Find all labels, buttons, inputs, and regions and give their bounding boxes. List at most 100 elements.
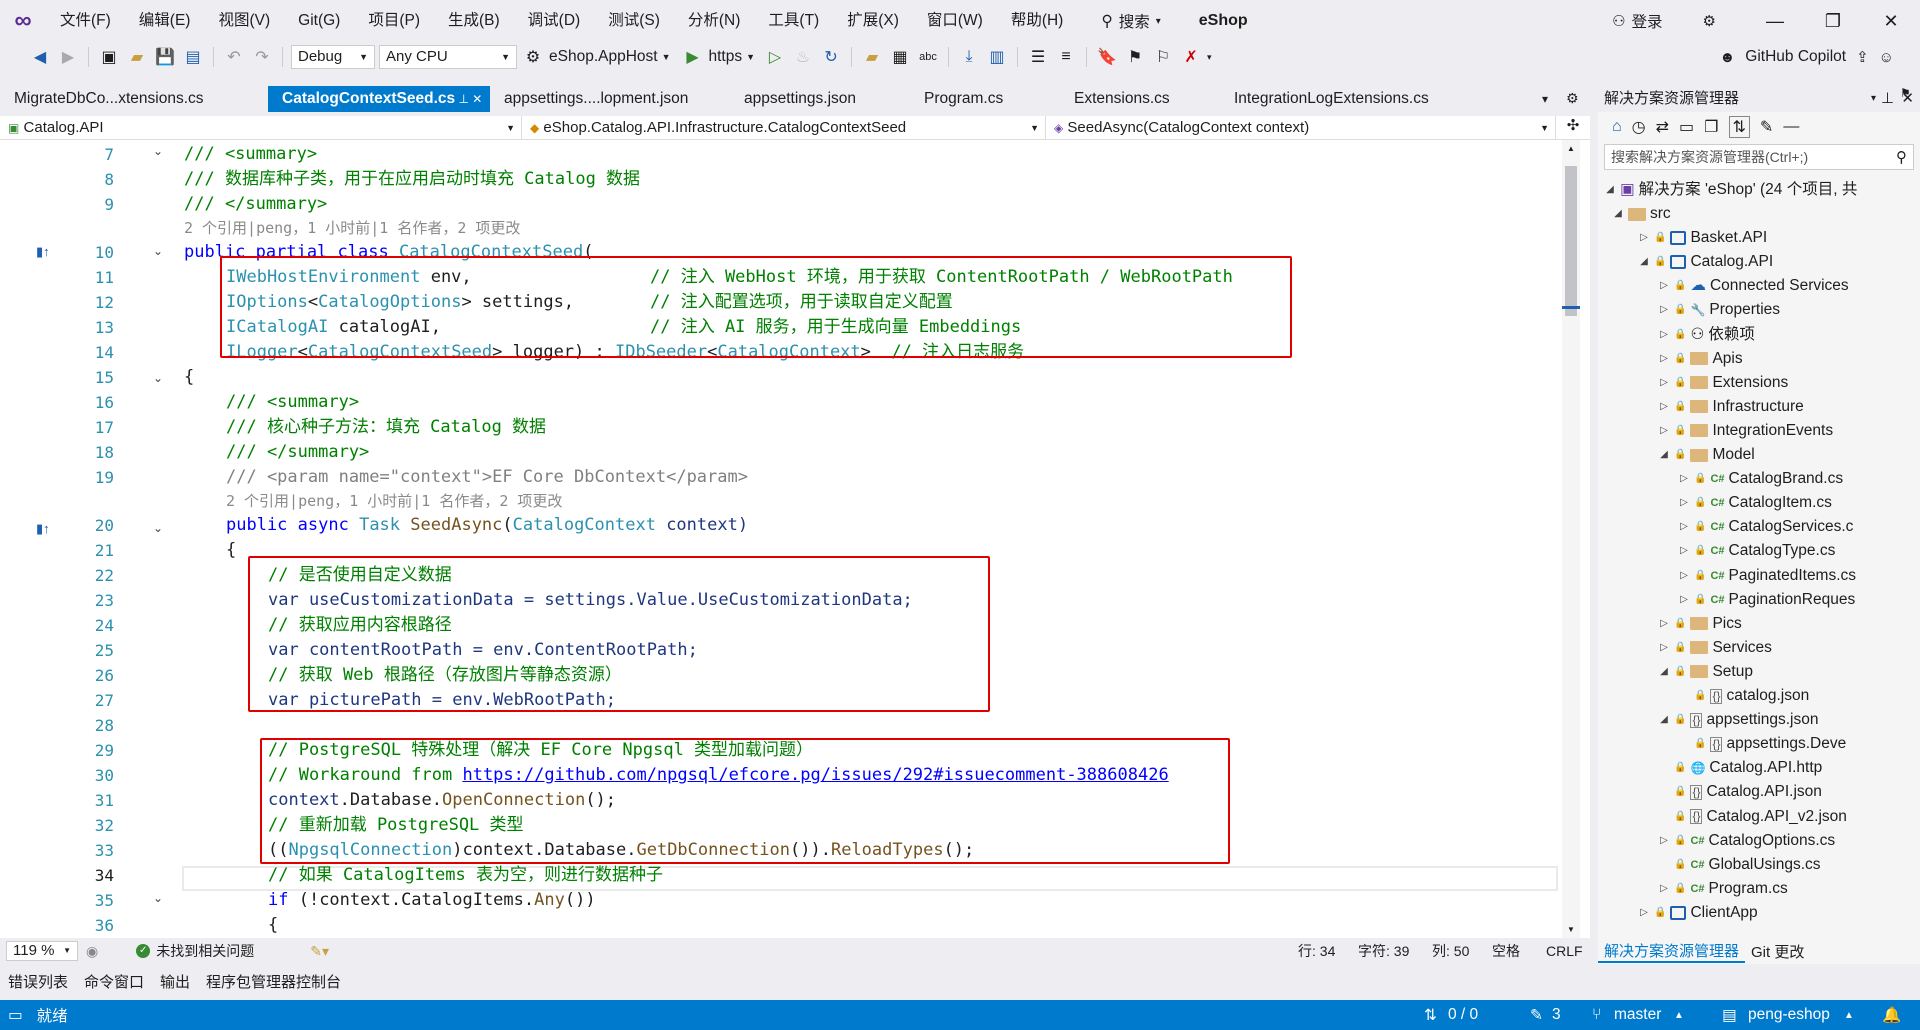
history-icon[interactable]: ◷ bbox=[1632, 117, 1646, 137]
expanded-arrow-icon[interactable]: ◢ bbox=[1658, 443, 1670, 467]
tree-item[interactable]: ▷ 🔒 Extensions bbox=[1658, 371, 1788, 395]
codelens-info[interactable]: 2 个引用|peng，1 小时前|1 名作者，2 项更改 bbox=[226, 490, 562, 512]
sync-icon[interactable]: ⇅ bbox=[1424, 1006, 1437, 1025]
pencil-icon[interactable]: ✎ bbox=[1530, 1006, 1543, 1025]
redo-icon[interactable]: ↷ bbox=[250, 45, 274, 69]
collapsed-arrow-icon[interactable]: ▷ bbox=[1658, 636, 1670, 660]
collapsed-arrow-icon[interactable]: ▷ bbox=[1658, 612, 1670, 636]
bookmark-next-icon[interactable]: ⚐ bbox=[1151, 45, 1175, 69]
sync-status[interactable]: 0 / 0 bbox=[1448, 1006, 1478, 1024]
refresh-icon[interactable]: ↻ bbox=[819, 45, 843, 69]
settings-icon[interactable]: ⚙ bbox=[1566, 90, 1579, 107]
start-debugging-icon[interactable]: ▶ bbox=[681, 45, 705, 69]
expanded-arrow-icon[interactable]: ◢ bbox=[1612, 202, 1624, 226]
collapsed-arrow-icon[interactable]: ▷ bbox=[1678, 467, 1690, 491]
pin-icon[interactable]: ⊥ bbox=[1881, 86, 1894, 112]
expanded-arrow-icon[interactable]: ◢ bbox=[1638, 250, 1650, 274]
fold-toggle-icon[interactable]: ⌄ bbox=[153, 891, 167, 905]
maximize-button[interactable]: ❐ bbox=[1804, 11, 1862, 32]
char-indicator[interactable]: 字符: 39 bbox=[1358, 941, 1409, 961]
hot-reload-icon[interactable]: ♨ bbox=[791, 45, 815, 69]
collapsed-arrow-icon[interactable]: ▷ bbox=[1678, 564, 1690, 588]
tree-item[interactable]: ▷ 🔒 ⚇ 依赖项 bbox=[1658, 323, 1755, 347]
pending-edits[interactable]: 3 bbox=[1552, 1006, 1561, 1024]
tree-item[interactable]: ▷ 🔒 Services bbox=[1658, 636, 1772, 660]
collapsed-arrow-icon[interactable]: ▷ bbox=[1658, 395, 1670, 419]
tree-item[interactable]: ▷ 🔒 Pics bbox=[1658, 612, 1742, 636]
outdent-icon[interactable]: ≡ bbox=[1054, 45, 1078, 69]
fold-toggle-icon[interactable]: ⌄ bbox=[153, 244, 167, 258]
tab-solution-explorer[interactable]: 解决方案资源管理器 bbox=[1598, 940, 1746, 963]
collapsed-arrow-icon[interactable]: ▷ bbox=[1638, 226, 1650, 250]
fold-toggle-icon[interactable]: ⌄ bbox=[153, 371, 167, 385]
menu-item[interactable]: 测试(S) bbox=[594, 0, 674, 42]
line-indicator[interactable]: 行: 34 bbox=[1298, 941, 1335, 961]
indent-icon[interactable]: ☰ bbox=[1026, 45, 1050, 69]
tree-item[interactable]: ▷ 🔒 🔧 Properties bbox=[1658, 298, 1780, 322]
tree-item[interactable]: ▷ 🔒 C# CatalogBrand.cs bbox=[1678, 467, 1843, 491]
notification-bell-icon[interactable]: 🔔 bbox=[1882, 1006, 1901, 1025]
tree-item[interactable]: 🔒{} appsettings.Deve bbox=[1678, 732, 1846, 756]
tree-item[interactable]: ◢ src bbox=[1612, 202, 1671, 226]
minimize-button[interactable]: — bbox=[1746, 11, 1804, 32]
chevron-down-icon[interactable]: ▼ bbox=[662, 52, 671, 62]
collapsed-arrow-icon[interactable]: ▷ bbox=[1678, 588, 1690, 612]
menu-item[interactable]: 视图(V) bbox=[204, 0, 284, 42]
expanded-arrow-icon[interactable]: ◢ bbox=[1658, 660, 1670, 684]
codelens-info[interactable]: 2 个引用|peng，1 小时前|1 名作者，2 项更改 bbox=[184, 217, 520, 239]
collapsed-arrow-icon[interactable]: ▷ bbox=[1658, 829, 1670, 853]
open-folder-icon[interactable]: ▰ bbox=[860, 45, 884, 69]
tree-item[interactable]: ▷ 🔒 C# CatalogItem.cs bbox=[1678, 491, 1832, 515]
scroll-up-icon[interactable]: ▲ bbox=[1567, 144, 1575, 153]
tree-item[interactable]: ▷ 🔒 IntegrationEvents bbox=[1658, 419, 1833, 443]
properties-icon[interactable]: ✎ bbox=[1760, 117, 1773, 137]
platform-select[interactable]: Any CPU ▼ bbox=[379, 45, 517, 69]
bookmark-icon[interactable]: 🔖 bbox=[1095, 45, 1119, 69]
settings-icon[interactable]: ⚙ bbox=[1703, 12, 1716, 30]
menu-item[interactable]: 工具(T) bbox=[754, 0, 833, 42]
close-window-button[interactable]: ✕ bbox=[1862, 11, 1920, 32]
save-icon[interactable]: 💾 bbox=[153, 45, 177, 69]
solution-tree[interactable]: ◢ ▣ 解决方案 'eShop' (24 个项目, 共 ◢ src ▷ 🔒 Basket… bbox=[1598, 178, 1920, 938]
tree-item[interactable]: ▷ 🔒 Infrastructure bbox=[1658, 395, 1804, 419]
menu-item[interactable]: Git(G) bbox=[284, 0, 354, 42]
open-folder-icon[interactable]: ▰ bbox=[125, 45, 149, 69]
tree-item[interactable]: ▷ 🔒 Basket.API bbox=[1638, 226, 1767, 250]
collapsed-arrow-icon[interactable]: ▷ bbox=[1638, 901, 1650, 925]
chevron-down-icon[interactable]: ▾ bbox=[1207, 52, 1212, 63]
issues-status[interactable]: 未找到相关问题 bbox=[156, 941, 254, 961]
toggle-panel-icon[interactable]: ▥ bbox=[985, 45, 1009, 69]
notifications-icon[interactable]: ⚑ bbox=[1900, 86, 1920, 100]
menu-item[interactable]: 帮助(H) bbox=[997, 0, 1078, 42]
step-icon[interactable]: ⤓ bbox=[957, 45, 981, 69]
tree-item[interactable]: ▷ 🔒 ☁ Connected Services bbox=[1658, 274, 1849, 298]
editor-tab[interactable]: MigrateDbCo...xtensions.cs bbox=[0, 86, 268, 112]
split-editor-icon[interactable]: ✣ bbox=[1556, 116, 1590, 139]
home-icon[interactable]: ⌂ bbox=[1612, 118, 1622, 136]
type-dropdown[interactable]: ◆ eShop.Catalog.API.Infrastructure.Catal… bbox=[522, 116, 1046, 140]
copilot-button[interactable]: GitHub Copilot bbox=[1745, 48, 1846, 66]
tree-item[interactable]: ◢ 🔒 Catalog.API bbox=[1638, 250, 1773, 274]
tree-item[interactable]: ◢ 🔒 Setup bbox=[1658, 660, 1753, 684]
tree-item[interactable]: ◢ 🔒 Model bbox=[1658, 443, 1755, 467]
filter-icon[interactable]: ⇅ bbox=[1728, 116, 1750, 138]
window-layout-icon[interactable]: ▦ bbox=[888, 45, 912, 69]
new-item-icon[interactable]: ▣ bbox=[97, 45, 121, 69]
sync-icon[interactable]: ⇄ bbox=[1656, 117, 1669, 137]
start-without-debugging-icon[interactable]: ▷ bbox=[763, 45, 787, 69]
collapsed-arrow-icon[interactable]: ▷ bbox=[1658, 371, 1670, 395]
editor-tab[interactable]: Program.cs bbox=[910, 86, 1060, 112]
login-button[interactable]: 登录 bbox=[1632, 10, 1663, 32]
tree-item[interactable]: ▷ 🔒 C# PaginatedItems.cs bbox=[1678, 564, 1856, 588]
implementation-marker-icon[interactable]: ▮↑ bbox=[36, 244, 62, 260]
expanded-arrow-icon[interactable]: ◢ bbox=[1658, 708, 1670, 732]
forward-icon[interactable]: ▶ bbox=[56, 45, 80, 69]
repo-icon[interactable]: ▤ bbox=[1722, 1006, 1737, 1025]
tree-item[interactable]: ▷ 🔒 ClientApp bbox=[1638, 901, 1758, 925]
health-icon[interactable]: ◉ bbox=[86, 943, 98, 960]
share-icon[interactable]: ⇪ bbox=[1856, 48, 1869, 66]
user-icon[interactable]: ⚇ bbox=[1612, 12, 1625, 30]
editor-tab[interactable]: appsettings....lopment.json bbox=[490, 86, 730, 112]
solution-node[interactable]: ◢ ▣ 解决方案 'eShop' (24 个项目, 共 bbox=[1604, 178, 1857, 202]
startup-project[interactable]: eShop.AppHost bbox=[549, 48, 658, 66]
